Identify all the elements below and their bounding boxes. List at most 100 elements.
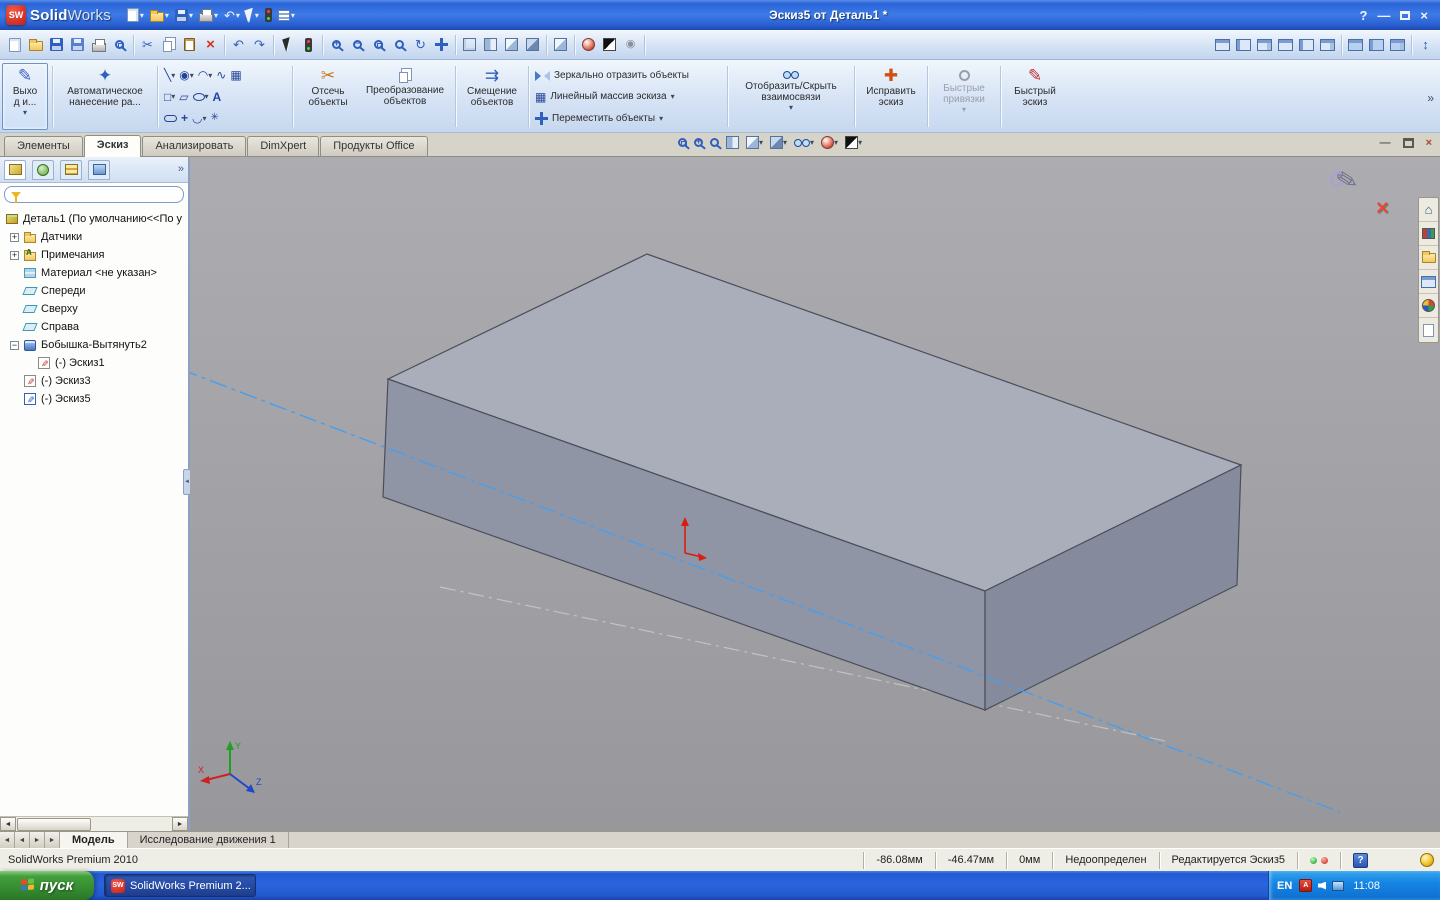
tree-item-annotations[interactable]: Примечания xyxy=(0,246,188,264)
rapid-sketch-button[interactable]: ✎ Быстрый эскиз xyxy=(1005,63,1065,130)
doc-restore-button[interactable] xyxy=(1403,138,1414,148)
tab-evaluate[interactable]: Анализировать xyxy=(142,136,246,156)
cut-button[interactable]: ✂ xyxy=(137,34,158,56)
appearances-scenes-button[interactable] xyxy=(1419,294,1438,318)
doc-minimize-button[interactable]: — xyxy=(1380,137,1391,149)
hud-previous-view-button[interactable] xyxy=(708,137,721,148)
open-document-button[interactable]: ▾ xyxy=(148,8,171,23)
viewport-canvas[interactable]: Y X Z xyxy=(190,157,1440,831)
undo-button[interactable]: ↶▾ xyxy=(222,8,242,23)
hud-appearance-button[interactable]: ▾ xyxy=(819,135,840,150)
tab-scroll-left-button[interactable]: ◄ xyxy=(15,832,30,848)
undo-tool-button[interactable]: ↶ xyxy=(228,34,249,56)
toolbar-overflow-button[interactable]: » xyxy=(1423,63,1438,130)
custom-properties-button[interactable] xyxy=(1419,318,1438,342)
sketch-pattern-button[interactable]: ▦ xyxy=(228,69,243,81)
new-document-button[interactable]: ▾ xyxy=(125,7,146,23)
tray-app-icon[interactable]: А xyxy=(1299,879,1312,892)
select-button[interactable] xyxy=(277,34,298,56)
delete-button[interactable]: × xyxy=(200,34,221,56)
view-orientation-button[interactable] xyxy=(550,34,571,56)
task-pane-home-button[interactable]: ⌂ xyxy=(1419,198,1438,222)
tree-item-top-plane[interactable]: Сверху xyxy=(0,300,188,318)
point-tool-button[interactable]: + xyxy=(179,112,190,124)
repair-sketch-button[interactable]: ✚ Исправить эскиз xyxy=(859,63,923,130)
tab-scroll-last-button[interactable]: ► xyxy=(45,832,60,848)
display-relations-button[interactable]: Отобразить/Скрыть взаимосвязи ▾ xyxy=(732,63,850,130)
tree-item-sensors[interactable]: Датчики xyxy=(0,228,188,246)
mirror-entities-button[interactable]: Зеркально отразить объекты xyxy=(535,65,721,85)
rebuild-model-button[interactable] xyxy=(298,34,319,56)
paste-button[interactable] xyxy=(179,34,200,56)
move-entities-button[interactable]: Переместить объекты ▾ xyxy=(535,108,721,128)
scrollbar-thumb[interactable] xyxy=(17,818,91,831)
hud-display-style-button[interactable]: ▾ xyxy=(768,135,789,150)
view-settings-button[interactable]: ◉ xyxy=(620,34,641,56)
smart-dimension-button[interactable]: ✦ Автоматическое нанесение ра... xyxy=(57,63,153,130)
window-layout-6-button[interactable] xyxy=(1317,34,1338,56)
hud-zoom-fit-button[interactable] xyxy=(676,137,689,148)
tree-item-sketch3[interactable]: ✎ (-) Эскиз3 xyxy=(0,372,188,390)
expand-icon[interactable] xyxy=(10,233,19,242)
tab-features[interactable]: Элементы xyxy=(4,136,83,156)
convert-entities-button[interactable]: Преобразование объектов xyxy=(359,63,451,130)
hud-hide-show-button[interactable]: ▾ xyxy=(792,137,816,148)
options-button[interactable]: ▾ xyxy=(276,9,297,22)
exit-sketch-button[interactable]: ✎ Выход и... ▾ xyxy=(2,63,48,130)
parallelogram-tool-button[interactable]: ▱ xyxy=(177,91,190,103)
dimxpert-manager-tab[interactable] xyxy=(88,160,110,180)
viewport-two-button[interactable] xyxy=(1366,34,1387,56)
graphics-viewport[interactable]: Y X Z ✎ × ⌂ xyxy=(190,157,1440,831)
display-tray-icon[interactable] xyxy=(1332,881,1344,891)
tree-item-boss-extrude[interactable]: Бобышка-Вытянуть2 xyxy=(0,336,188,354)
spline-tool-button[interactable]: ∿ xyxy=(214,69,228,81)
panel-horizontal-scrollbar[interactable]: ◄ ► xyxy=(0,816,188,831)
panel-overflow-button[interactable]: » xyxy=(178,164,184,175)
motion-study-tab[interactable]: Исследование движения 1 xyxy=(128,832,289,848)
confirmation-corner-cancel[interactable]: × xyxy=(1376,195,1389,221)
clock[interactable]: 11:08 xyxy=(1353,880,1380,892)
shaded-style-button[interactable] xyxy=(522,34,543,56)
tree-item-sketch5[interactable]: ✎ (-) Эскиз5 xyxy=(0,390,188,408)
quick-tips-help-button[interactable]: ? xyxy=(1353,853,1368,868)
property-manager-tab[interactable] xyxy=(32,160,54,180)
zoom-out-button[interactable] xyxy=(347,34,368,56)
collapse-icon[interactable] xyxy=(10,341,19,350)
tree-item-sketch1[interactable]: ✎ (-) Эскиз1 xyxy=(0,354,188,372)
scroll-left-button[interactable]: ◄ xyxy=(0,817,16,831)
tab-sketch[interactable]: Эскиз xyxy=(84,135,142,157)
edit-appearance-button[interactable] xyxy=(578,34,599,56)
window-layout-2-button[interactable] xyxy=(1233,34,1254,56)
tab-scroll-right-button[interactable]: ► xyxy=(30,832,45,848)
model-tab[interactable]: Модель xyxy=(60,832,128,848)
circle-tool-button[interactable]: ◉▾ xyxy=(177,69,196,81)
close-button[interactable]: × xyxy=(1420,8,1428,23)
maximize-button[interactable] xyxy=(1400,11,1410,20)
trim-entities-button[interactable]: ✂ Отсечь объекты xyxy=(297,63,359,130)
tab-dimxpert[interactable]: DimXpert xyxy=(247,136,319,156)
window-layout-4-button[interactable] xyxy=(1275,34,1296,56)
shaded-edges-style-button[interactable] xyxy=(501,34,522,56)
sketch-text-button[interactable]: A xyxy=(211,91,224,103)
fullscreen-button[interactable]: ↕ xyxy=(1415,34,1436,56)
tree-item-right-plane[interactable]: Справа xyxy=(0,318,188,336)
rectangle-tool-button[interactable]: □▾ xyxy=(162,91,177,103)
open-file-button[interactable] xyxy=(25,34,46,56)
slot-tool-button[interactable] xyxy=(162,115,179,122)
print-preview-button[interactable] xyxy=(109,34,130,56)
tab-scroll-first-button[interactable]: ◄ xyxy=(0,832,15,848)
offset-entities-button[interactable]: ⇉ Смещение объектов xyxy=(460,63,524,130)
print-file-button[interactable] xyxy=(88,34,109,56)
window-layout-1-button[interactable] xyxy=(1212,34,1233,56)
save-button[interactable]: ▾ xyxy=(173,8,195,23)
pan-view-button[interactable] xyxy=(431,34,452,56)
copy-button[interactable] xyxy=(158,34,179,56)
hud-zoom-area-button[interactable] xyxy=(692,137,705,148)
new-file-button[interactable] xyxy=(4,34,25,56)
volume-icon[interactable] xyxy=(1318,882,1326,890)
tree-filter-field[interactable] xyxy=(4,186,184,203)
design-library-button[interactable] xyxy=(1419,222,1438,246)
window-layout-3-button[interactable] xyxy=(1254,34,1275,56)
tab-office-products[interactable]: Продукты Office xyxy=(320,136,427,156)
minimize-button[interactable]: — xyxy=(1377,8,1390,23)
